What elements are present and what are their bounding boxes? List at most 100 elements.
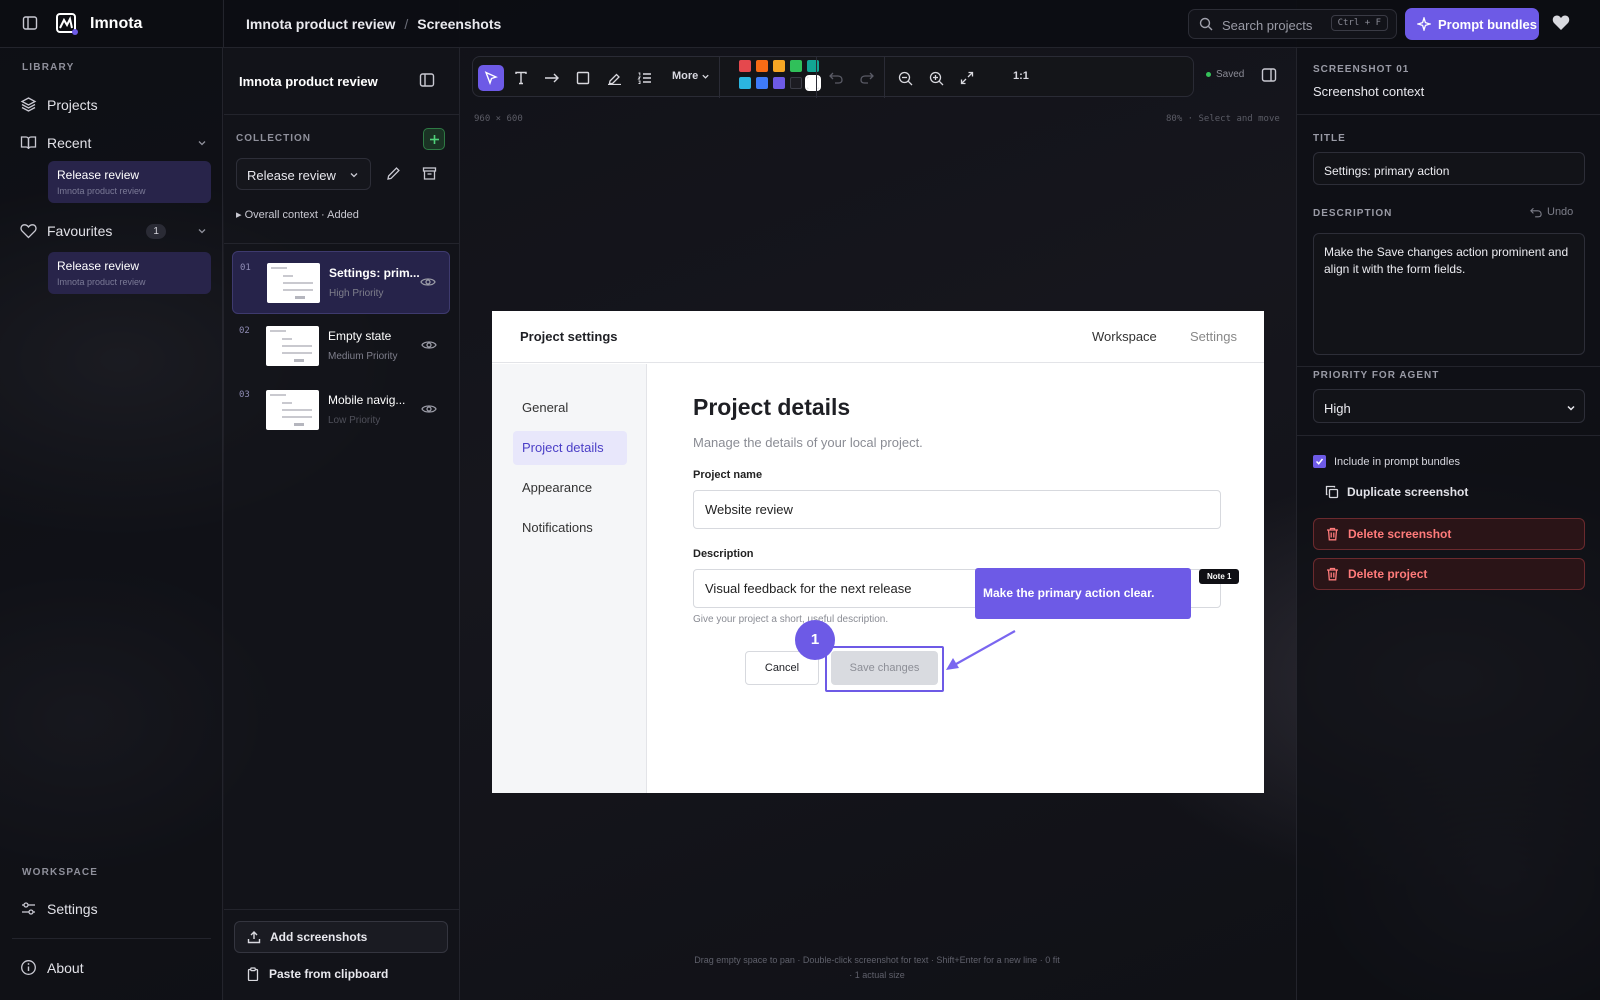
zoom-out-button[interactable] [892, 65, 918, 91]
collection-select[interactable]: Release review [236, 158, 371, 190]
annotation-note[interactable]: Make the primary action clear. [975, 568, 1191, 619]
favourites-count-badge: 1 [146, 223, 166, 239]
delete-screenshot-label: Delete screenshot [1348, 527, 1452, 541]
annotation-arrow[interactable] [940, 625, 1020, 675]
screenshot-title: Mobile navig... [328, 393, 406, 407]
favourite-item-title: Release review [57, 259, 140, 273]
text-tool[interactable] [508, 65, 534, 91]
heart-icon[interactable] [1552, 14, 1570, 31]
arrow-tool[interactable] [539, 65, 565, 91]
screenshot-header: Project settings Workspace Settings [492, 311, 1264, 363]
screenshot-name-label: Project name [693, 469, 763, 481]
screenshot-item[interactable]: 02 Empty state Medium Priority [232, 315, 450, 378]
screenshot-item[interactable]: 01 Settings: prim... High Priority [232, 251, 450, 314]
top-bar: Imnota Imnota product review / Screenshots… [0, 0, 1600, 48]
description-textarea[interactable]: Make the Save changes action prominent a… [1313, 233, 1585, 355]
include-in-bundles-checkbox[interactable]: Include in prompt bundles [1313, 455, 1460, 468]
fit-button[interactable] [954, 65, 980, 91]
priority-select[interactable]: High [1313, 389, 1585, 423]
add-collection-button[interactable] [423, 128, 445, 150]
duplicate-screenshot-button[interactable]: Duplicate screenshot [1325, 485, 1468, 499]
add-screenshots-label: Add screenshots [270, 930, 368, 944]
nav-settings[interactable]: Settings [20, 900, 98, 917]
paste-from-clipboard-button[interactable]: Paste from clipboard [234, 958, 448, 990]
color-swatch[interactable] [773, 77, 785, 89]
screenshot-nav-item: Appearance [522, 480, 593, 495]
chevron-down-icon[interactable] [197, 138, 207, 148]
eye-icon[interactable] [420, 276, 436, 288]
panel-toggle-icon[interactable] [419, 72, 435, 88]
screenshot-thumbnail [267, 263, 320, 303]
annotation-tag: Note 1 [1199, 569, 1240, 584]
redo-button[interactable] [854, 65, 880, 91]
nav-recent-label: Recent [47, 134, 92, 151]
search-input[interactable]: Search projects Ctrl + F [1188, 9, 1397, 39]
chevron-down-icon[interactable] [197, 226, 207, 236]
book-icon [20, 134, 37, 151]
delete-screenshot-button[interactable]: Delete screenshot [1313, 518, 1585, 550]
screenshot-canvas[interactable]: Project settings Workspace Settings Gene… [492, 311, 1264, 793]
delete-project-button[interactable]: Delete project [1313, 558, 1585, 590]
sidebar-toggle-icon[interactable] [22, 15, 40, 33]
nav-favourites[interactable]: Favourites 1 [20, 223, 206, 239]
highlighter-tool[interactable] [601, 65, 627, 91]
chevron-down-icon [701, 72, 710, 81]
color-swatch[interactable] [739, 77, 751, 89]
eye-icon[interactable] [421, 403, 437, 415]
more-menu[interactable]: More [672, 70, 710, 82]
plus-icon [429, 134, 440, 145]
color-swatch[interactable] [790, 77, 802, 89]
nav-about[interactable]: About [20, 959, 84, 976]
recent-item[interactable]: Release review Imnota product review [48, 161, 211, 203]
color-swatch[interactable] [790, 60, 802, 72]
zoom-in-button[interactable] [923, 65, 949, 91]
color-swatch[interactable] [756, 77, 768, 89]
eye-icon[interactable] [421, 339, 437, 351]
screenshot-item[interactable]: 03 Mobile navig... Low Priority [232, 379, 450, 442]
left-sidebar: LIBRARY Projects Recent Release review I… [0, 0, 223, 1000]
title-field[interactable]: Settings: primary action [1313, 152, 1585, 185]
color-swatch[interactable] [805, 75, 821, 91]
screenshot-description-label: Description [693, 548, 754, 560]
right-panel-toggle-icon[interactable] [1261, 67, 1277, 83]
color-swatch[interactable] [807, 60, 819, 72]
nav-projects-label: Projects [47, 96, 98, 113]
undo-button[interactable] [823, 65, 849, 91]
prompt-bundles-button[interactable]: Prompt bundles [1405, 8, 1539, 40]
rectangle-tool[interactable] [570, 65, 596, 91]
screenshot-nav-item: Project details [513, 431, 627, 465]
canvas-toolbar: More 1:1 [472, 56, 1194, 98]
actual-size-button[interactable]: 1:1 [1013, 70, 1029, 82]
nav-recent[interactable]: Recent [20, 134, 206, 151]
screenshot-thumbnail [266, 390, 319, 430]
favourite-item[interactable]: Release review Imnota product review [48, 252, 211, 294]
zoom-out-icon [898, 71, 913, 86]
color-swatch[interactable] [739, 60, 751, 72]
select-tool[interactable] [478, 65, 504, 91]
search-icon [1199, 17, 1213, 31]
breadcrumb-project[interactable]: Imnota product review [246, 16, 395, 32]
annotation-number-marker[interactable]: 1 [795, 620, 835, 660]
clipboard-icon [246, 967, 260, 981]
overall-context-toggle[interactable]: ▸ Overall context · Added [236, 208, 359, 221]
screenshot-sidebar: General Project details Appearance Notif… [492, 364, 647, 793]
undo-icon [1530, 207, 1542, 218]
numbered-list-tool[interactable] [631, 65, 657, 91]
screenshot-title: Settings: prim... [329, 266, 420, 280]
screenshot-number: 01 [240, 263, 251, 273]
collection-select-value: Release review [247, 168, 336, 183]
layers-icon [20, 96, 37, 113]
upload-icon [247, 930, 261, 944]
nav-projects[interactable]: Projects [20, 96, 98, 113]
color-swatch[interactable] [773, 60, 785, 72]
color-swatch[interactable] [756, 60, 768, 72]
duplicate-screenshot-label: Duplicate screenshot [1347, 485, 1469, 499]
recent-item-title: Release review [57, 168, 140, 182]
pencil-icon[interactable] [386, 166, 401, 181]
undo-description-button[interactable]: Undo [1530, 206, 1573, 218]
annotation-highlight-box[interactable] [825, 646, 944, 692]
add-screenshots-button[interactable]: Add screenshots [234, 921, 448, 953]
archive-icon[interactable] [422, 166, 437, 181]
screenshot-name-field: Website review [693, 490, 1221, 529]
sliders-icon [20, 900, 37, 917]
